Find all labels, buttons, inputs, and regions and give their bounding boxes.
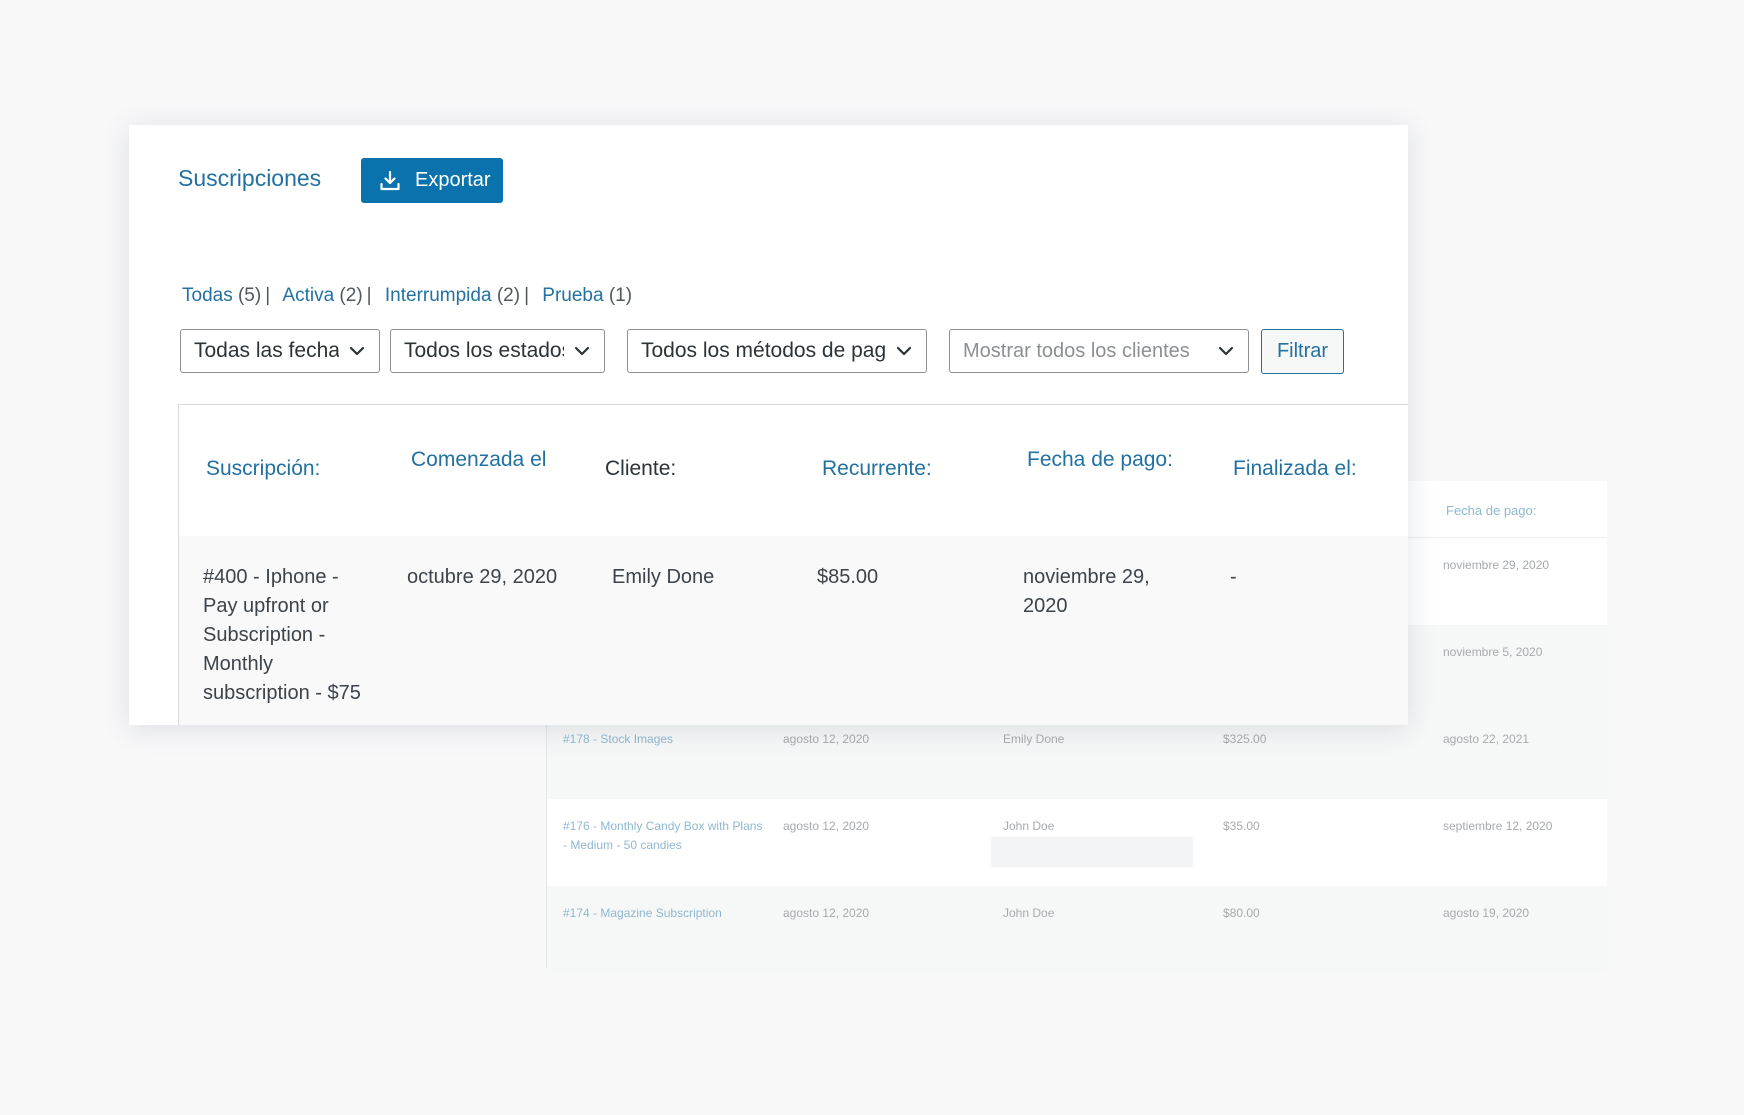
date-filter-select[interactable]: Todas las fechas: [180, 329, 380, 373]
status-count-active: (2): [339, 285, 363, 306]
subscriptions-table: Suscripción: Comenzada el Cliente: Recur…: [178, 404, 1408, 725]
status-link-all[interactable]: Todas: [182, 285, 233, 306]
background-cell-subscription: #178 - Stock Images: [563, 732, 674, 746]
column-header-ended[interactable]: Finalizada el:: [1233, 457, 1357, 481]
cell-client: Emily Done: [612, 566, 715, 588]
export-button[interactable]: Exportar: [361, 158, 503, 203]
status-link-active[interactable]: Activa: [282, 285, 334, 306]
background-cell-paydate: septiembre 12, 2020: [1443, 819, 1553, 833]
client-filter-select[interactable]: Mostrar todos los clientes: [949, 329, 1249, 373]
status-filter-value: Todos los estados: [404, 339, 564, 362]
separator: |: [524, 285, 529, 306]
background-header-paydate: Fecha de pago:: [1446, 503, 1537, 518]
background-cell-paydate: noviembre 5, 2020: [1443, 645, 1543, 659]
background-cell-amount: $35.00: [1223, 819, 1260, 833]
column-header-subscription[interactable]: Suscripción:: [206, 457, 320, 481]
cell-started: octubre 29, 2020: [407, 566, 558, 588]
background-table-row: #174 - Magazine Subscription agosto 12, …: [547, 886, 1607, 973]
status-count-trial: (1): [608, 285, 633, 306]
page-title: Suscripciones: [178, 165, 322, 191]
table-row: #400 - Iphone - Pay upfront or Subscript…: [179, 536, 1408, 725]
background-table-row: #178 - Stock Images agosto 12, 2020 Emil…: [547, 712, 1607, 799]
column-header-started[interactable]: Comenzada el: [411, 448, 546, 472]
chevron-down-icon: [349, 346, 365, 356]
background-cell-client: John Doe: [1003, 906, 1055, 920]
column-header-recurring[interactable]: Recurrente:: [822, 457, 932, 481]
background-cell-started: agosto 12, 2020: [783, 819, 870, 833]
filter-button[interactable]: Filtrar: [1261, 329, 1344, 374]
payment-method-filter-select[interactable]: Todos los métodos de pago: [627, 329, 927, 373]
background-cell-amount: $325.00: [1223, 732, 1267, 746]
separator: |: [366, 285, 372, 306]
export-button-label: Exportar: [415, 169, 491, 191]
chevron-down-icon: [574, 346, 590, 356]
status-filter-select[interactable]: Todos los estados: [390, 329, 605, 373]
chevron-down-icon: [1218, 346, 1234, 356]
status-count-all: (5): [237, 285, 262, 306]
background-cell-subscription: #176 - Monthly Candy Box with Plans - Me…: [563, 819, 763, 852]
status-link-interrupted[interactable]: Interrumpida: [385, 285, 492, 306]
separator: |: [265, 285, 271, 306]
date-filter-value: Todas las fechas: [194, 339, 339, 362]
background-cell-paydate: noviembre 29, 2020: [1443, 558, 1550, 572]
client-filter-placeholder: Mostrar todos los clientes: [963, 339, 1190, 362]
background-cell-started: agosto 12, 2020: [783, 906, 870, 920]
cell-subscription-link[interactable]: #400 - Iphone - Pay upfront or Subscript…: [203, 563, 373, 708]
chevron-down-icon: [896, 346, 912, 356]
table-header: Suscripción: Comenzada el Cliente: Recur…: [179, 405, 1408, 537]
download-icon: [379, 170, 401, 192]
cell-paydate: noviembre 29, 2020: [1023, 566, 1150, 617]
background-cell-paydate: agosto 22, 2021: [1443, 732, 1530, 746]
column-header-paydate[interactable]: Fecha de pago:: [1027, 448, 1173, 472]
column-header-client: Cliente:: [605, 457, 677, 480]
payment-method-filter-value: Todos los métodos de pago: [641, 339, 886, 362]
subscriptions-panel: Suscripciones Exportar Todas (5) | Activa…: [129, 125, 1408, 725]
status-filter-links: Todas (5) | Activa (2) | Interrumpida (2) |…: [182, 285, 632, 307]
cell-recurring: $85.00: [817, 566, 879, 588]
background-highlight-stripe: [991, 837, 1193, 867]
background-cell-client: John Doe: [1003, 819, 1055, 833]
cell-ended: -: [1230, 566, 1237, 588]
status-link-trial[interactable]: Prueba: [542, 285, 603, 306]
background-cell-started: agosto 12, 2020: [783, 732, 870, 746]
status-count-interrupted: (2): [496, 285, 521, 306]
background-cell-client: Emily Done: [1003, 732, 1065, 746]
background-cell-amount: $80.00: [1223, 906, 1260, 920]
background-cell-paydate: agosto 19, 2020: [1443, 906, 1530, 920]
background-cell-subscription: #174 - Magazine Subscription: [563, 906, 722, 920]
